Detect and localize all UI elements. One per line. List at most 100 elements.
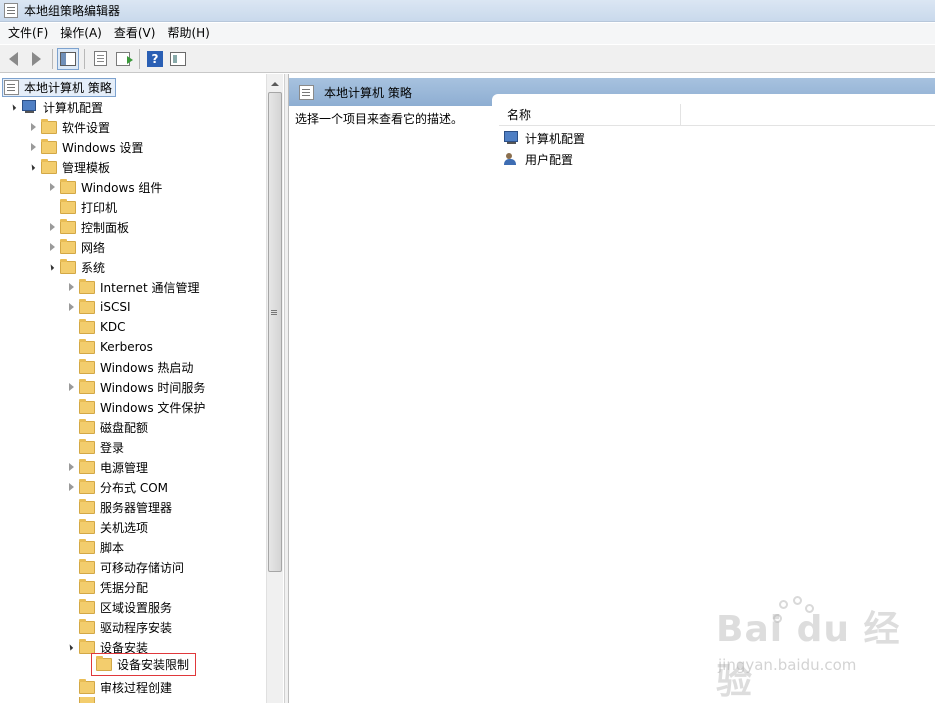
expand-arrow-icon[interactable] (64, 301, 76, 313)
tree-item-shutdown-options[interactable]: 关机选项 (64, 517, 148, 537)
expand-arrow-icon[interactable] (45, 221, 57, 233)
tree-item-internet-comm[interactable]: Internet 通信管理 (64, 277, 199, 297)
column-header-name[interactable]: 名称 (499, 104, 681, 126)
computer-icon (504, 131, 520, 145)
tree-item-credentials-delegation[interactable]: 凭据分配 (64, 577, 148, 597)
tree-item-audit-process-creation[interactable]: 审核过程创建 (64, 677, 172, 697)
policy-editor-app-icon (4, 3, 18, 18)
title-bar: 本地组策略编辑器 (0, 0, 935, 22)
folder-icon (79, 318, 95, 334)
expand-arrow-icon[interactable] (45, 241, 57, 253)
tree-item-system[interactable]: 系统 (45, 257, 105, 277)
no-expander (64, 541, 76, 553)
collapse-arrow-icon[interactable] (64, 641, 76, 653)
tree-item-label: 网络 (81, 240, 106, 255)
tree-item-label: 控制面板 (81, 220, 130, 235)
folder-icon (41, 118, 57, 134)
back-button[interactable] (2, 48, 24, 70)
highlight-annotation-box: 设备安装限制 (91, 652, 197, 676)
tree-item-removable-storage-access[interactable]: 可移动存储访问 (64, 557, 184, 577)
tree-item-computer-config[interactable]: 计算机配置 (7, 97, 103, 117)
tree-item-label: 可移动存储访问 (100, 560, 185, 575)
tree-item-label: 系统 (81, 260, 106, 275)
tree-item-partial (64, 697, 100, 703)
expand-arrow-icon[interactable] (64, 461, 76, 473)
folder-icon (79, 578, 95, 594)
tree-item-driver-installation[interactable]: 驱动程序安装 (64, 617, 172, 637)
tree-item-windows-hot-start[interactable]: Windows 热启动 (64, 357, 193, 377)
tree-item-label: 分布式 COM (100, 480, 168, 495)
tree-item-scripts[interactable]: 脚本 (64, 537, 124, 557)
tree-item-kerberos[interactable]: Kerberos (64, 337, 153, 357)
tree-item-server-manager[interactable]: 服务器管理器 (64, 497, 172, 517)
menu-bar: 文件(F) 操作(A) 查看(V) 帮助(H) (0, 23, 935, 44)
collapse-arrow-icon[interactable] (26, 161, 38, 173)
expand-arrow-icon[interactable] (64, 381, 76, 393)
tree-item-printers[interactable]: 打印机 (45, 197, 117, 217)
collapse-arrow-icon[interactable] (7, 101, 19, 113)
tree-item-label: 驱动程序安装 (100, 620, 173, 635)
tree-item-windows-components[interactable]: Windows 组件 (45, 177, 162, 197)
back-icon (8, 51, 18, 66)
tree-item-control-panel[interactable]: 控制面板 (45, 217, 129, 237)
menu-action[interactable]: 操作(A) (54, 23, 108, 44)
help-button[interactable]: ? (144, 48, 166, 70)
document-button[interactable] (89, 48, 111, 70)
folder-icon (60, 238, 76, 254)
list-item-user-config[interactable]: 用户配置 (504, 149, 573, 169)
scroll-up-arrow-icon[interactable] (271, 82, 279, 86)
folder-icon (79, 558, 95, 574)
expand-arrow-icon[interactable] (26, 121, 38, 133)
tree-item-windows-file-protection[interactable]: Windows 文件保护 (64, 397, 205, 417)
no-expander (64, 361, 76, 373)
no-expander (64, 421, 76, 433)
tree-item-label: 管理模板 (62, 160, 111, 175)
tree-item-label: KDC (100, 320, 126, 334)
tree-item-device-install-restrictions[interactable]: 设备安装限制 (91, 652, 197, 676)
expand-arrow-icon[interactable] (26, 141, 38, 153)
tree-item-iscsi[interactable]: iSCSI (64, 297, 131, 317)
menu-view[interactable]: 查看(V) (108, 23, 162, 44)
tree-item-label: iSCSI (100, 300, 131, 314)
tree-scrollbar[interactable] (266, 74, 283, 703)
collapse-arrow-icon[interactable] (45, 261, 57, 273)
no-expander (64, 581, 76, 593)
export-list-button[interactable] (112, 48, 134, 70)
tree-item-windows-settings[interactable]: Windows 设置 (26, 137, 143, 157)
tree-item-locale-services[interactable]: 区域设置服务 (64, 597, 172, 617)
expand-arrow-icon[interactable] (45, 181, 57, 193)
properties-button[interactable] (167, 48, 189, 70)
tree-item-label: 登录 (100, 440, 125, 455)
no-expander (64, 697, 76, 703)
forward-button[interactable] (25, 48, 47, 70)
tree-item-root[interactable]: 本地计算机 策略 (2, 77, 116, 97)
tree-item-logon[interactable]: 登录 (64, 437, 124, 457)
no-expander (64, 341, 76, 353)
show-hide-tree-button[interactable] (57, 47, 79, 70)
tree-item-label: 磁盘配额 (100, 420, 149, 435)
tree-item-kdc[interactable]: KDC (64, 317, 126, 337)
folder-icon (60, 258, 76, 274)
tree-item-windows-time-service[interactable]: Windows 时间服务 (64, 377, 205, 397)
document-icon (93, 51, 107, 66)
tree-item-distributed-com[interactable]: 分布式 COM (64, 477, 168, 497)
tree-item-network[interactable]: 网络 (45, 237, 105, 257)
list-item-computer-config[interactable]: 计算机配置 (504, 128, 585, 148)
tree-item-admin-templates[interactable]: 管理模板 (26, 157, 110, 177)
folder-icon (79, 278, 95, 294)
menu-file[interactable]: 文件(F) (2, 23, 54, 44)
tree-item-disk-quota[interactable]: 磁盘配额 (64, 417, 148, 437)
expand-arrow-icon[interactable] (64, 281, 76, 293)
scrollbar-thumb[interactable] (268, 92, 282, 572)
no-expander (64, 521, 76, 533)
tree-item-power-management[interactable]: 电源管理 (64, 457, 148, 477)
tree-item-label: 脚本 (100, 540, 125, 555)
no-expander (64, 681, 76, 693)
tree-item-software-settings[interactable]: 软件设置 (26, 117, 110, 137)
no-expander (64, 321, 76, 333)
menu-help[interactable]: 帮助(H) (161, 23, 215, 44)
no-expander (64, 561, 76, 573)
folder-icon (79, 298, 95, 314)
folder-icon (79, 678, 95, 694)
expand-arrow-icon[interactable] (64, 481, 76, 493)
